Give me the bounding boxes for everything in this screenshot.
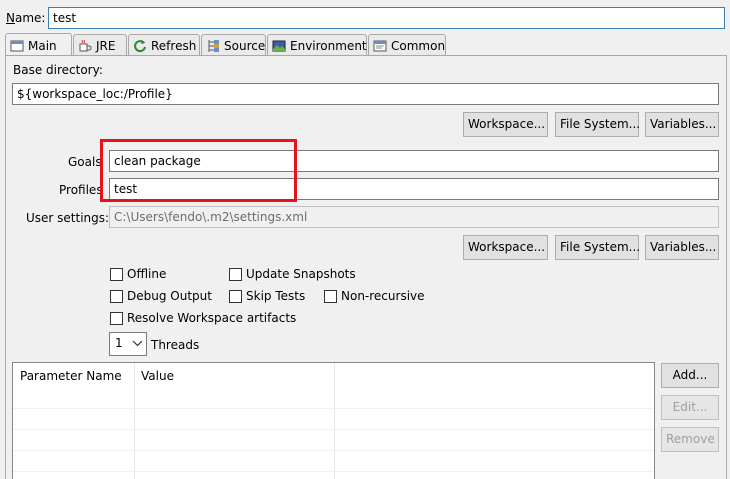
base-filesystem-button[interactable]: File System...	[555, 112, 640, 137]
threads-label: Threads	[151, 338, 200, 352]
remove-parameter-button[interactable]: Remove	[661, 427, 719, 452]
tab-jre[interactable]: JRE	[73, 34, 127, 56]
tab-refresh[interactable]: Refresh	[128, 34, 200, 56]
highlight-annotation	[100, 139, 297, 202]
settings-workspace-button[interactable]: Workspace...	[463, 235, 548, 260]
common-icon	[373, 39, 387, 53]
column-header-parameter-name[interactable]: Parameter Name	[13, 363, 134, 389]
settings-filesystem-button[interactable]: File System...	[555, 235, 640, 260]
tab-main[interactable]: Main	[5, 33, 72, 57]
non-recursive-checkbox-box[interactable]	[324, 289, 337, 303]
row-line	[13, 471, 654, 472]
column-separator	[334, 363, 335, 479]
user-settings-input[interactable]: C:\Users\fendo\.m2\settings.xml	[109, 206, 719, 228]
edit-parameter-button[interactable]: Edit...	[661, 395, 719, 420]
main-tab-icon	[10, 39, 24, 53]
user-settings-label: User settings:	[26, 211, 110, 225]
refresh-icon	[133, 39, 147, 53]
name-label: Name:	[6, 11, 46, 25]
environment-icon	[272, 39, 286, 53]
tab-source[interactable]: Source	[201, 34, 266, 56]
skip-tests-checkbox[interactable]: Skip Tests	[229, 289, 305, 303]
debug-output-checkbox[interactable]: Debug Output	[110, 289, 212, 303]
name-input[interactable]: test	[48, 7, 725, 29]
threads-select[interactable]: 1	[109, 332, 147, 356]
debug-output-checkbox-box[interactable]	[110, 289, 123, 303]
chevron-down-icon	[132, 338, 143, 352]
parameters-table[interactable]: Parameter Name Value	[12, 362, 655, 479]
column-header-value[interactable]: Value	[134, 363, 334, 389]
offline-checkbox[interactable]: Offline	[110, 267, 166, 281]
base-directory-label: Base directory:	[13, 63, 103, 77]
goals-label: Goals	[68, 155, 102, 169]
row-line	[13, 450, 654, 451]
skip-tests-checkbox-box[interactable]	[229, 289, 242, 303]
base-directory-input[interactable]: ${workspace_loc:/Profile}	[12, 83, 719, 105]
tab-common[interactable]: Common	[368, 34, 446, 56]
offline-checkbox-box[interactable]	[110, 267, 123, 281]
jre-icon	[78, 39, 92, 53]
base-workspace-button[interactable]: Workspace...	[463, 112, 548, 137]
column-separator	[134, 363, 135, 479]
tab-environment[interactable]: Environment	[267, 34, 367, 56]
source-icon	[206, 39, 220, 53]
row-line	[13, 408, 654, 409]
update-snapshots-checkbox[interactable]: Update Snapshots	[229, 267, 356, 281]
settings-variables-button[interactable]: Variables...	[645, 235, 719, 260]
add-parameter-button[interactable]: Add...	[661, 363, 719, 388]
non-recursive-checkbox[interactable]: Non-recursive	[324, 289, 425, 303]
row-line	[13, 429, 654, 430]
resolve-workspace-checkbox-box[interactable]	[110, 311, 123, 325]
update-snapshots-checkbox-box[interactable]	[229, 267, 242, 281]
resolve-workspace-checkbox[interactable]: Resolve Workspace artifacts	[110, 311, 296, 325]
base-variables-button[interactable]: Variables...	[645, 112, 719, 137]
profiles-label: Profiles	[59, 183, 103, 197]
